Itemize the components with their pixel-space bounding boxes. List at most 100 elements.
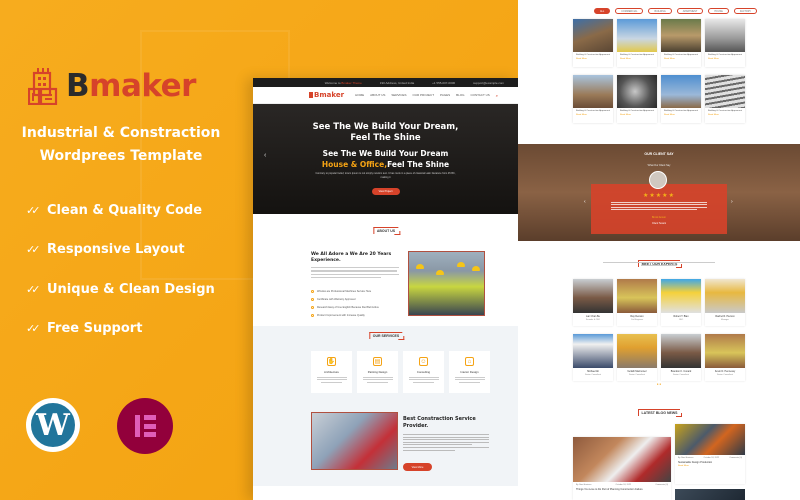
nav-menu: HOME ABOUT US SERVICES OUR PROJECT PAGES… xyxy=(355,93,490,97)
project-card[interactable]: Building & Construction Apparment Read Mo… xyxy=(661,19,701,67)
filter-commercial[interactable]: COMMERCIAL xyxy=(615,8,644,14)
double-check-icon: ✓✓ xyxy=(26,203,40,217)
read-more-link[interactable]: Read More xyxy=(675,464,745,468)
services-section: OUR SERVICES ✋ Architecture ▤ Painting Des… xyxy=(253,326,518,406)
about-section: ABOUT US We All Adore a We Are 20 Years E… xyxy=(253,214,518,326)
member-photo xyxy=(661,334,701,368)
project-photo xyxy=(705,19,745,52)
team-member-card[interactable]: Ray Denson Civil Engineer xyxy=(617,279,657,326)
view-project-button[interactable]: View Project xyxy=(371,188,400,195)
provider-paragraph xyxy=(403,434,489,451)
service-card[interactable]: ⌂ Interior Design xyxy=(449,351,490,393)
member-photo xyxy=(617,279,657,313)
client-avatar xyxy=(649,171,667,189)
team-member-card[interactable]: Kevin D. Hennessy Senior Consultant xyxy=(705,334,745,381)
brand-name: Bmaker xyxy=(66,68,196,104)
about-heading: We All Adore a We Are 20 Years Experience… xyxy=(311,252,392,263)
project-card[interactable]: Building & Construction Apparment Read Mo… xyxy=(573,19,613,67)
team-member-card[interactable]: Rachel R. Pierson Manager xyxy=(705,279,745,326)
nav-item-project[interactable]: OUR PROJECT xyxy=(413,93,435,97)
nav-logo[interactable]: Bmaker xyxy=(309,91,344,99)
project-card[interactable]: Building & Construction Apparment Read Mo… xyxy=(705,19,745,67)
tagline-line-2: Wordprees Template xyxy=(39,148,203,164)
blog-photo xyxy=(675,424,745,455)
section-tag: OUR SERVICES xyxy=(368,332,405,340)
section-tag: LATEST BLOG NEWS xyxy=(637,409,683,417)
hero-paragraph: Contrary to popular belief, lorem ipsum … xyxy=(315,172,456,179)
nav-item-pages[interactable]: PAGES xyxy=(440,93,450,97)
homepage-preview: Welcome to Bmaker Theme 190 Address, Uni… xyxy=(253,78,518,500)
service-card[interactable]: ☺ Consulting xyxy=(403,351,444,393)
nav-item-blog[interactable]: BLOG xyxy=(456,93,464,97)
section-tag: OUR CLIENT SAY xyxy=(644,152,674,156)
blog-title[interactable]: Things You Love to Do Part of Planning C… xyxy=(573,488,671,491)
provider-section: Best Constraction Service Provider. View … xyxy=(253,406,518,486)
experts-subtitle xyxy=(603,262,715,266)
project-photo xyxy=(573,19,613,52)
search-icon[interactable]: ⌕ xyxy=(496,93,498,98)
project-filters: ALL COMMERCIAL BUILDING APARTMENT HOUSE … xyxy=(594,8,758,14)
list-item: Product Improvement with Increase Qualit… xyxy=(311,314,379,317)
view-more-button[interactable]: View More xyxy=(403,463,432,471)
list-item: Research Easy of Use English Because Red… xyxy=(311,306,379,309)
brand-logo: Bmaker xyxy=(28,67,196,105)
team-member-card[interactable]: Brandon K. Conard Senior Consultant xyxy=(661,334,701,381)
blog-card[interactable]: By Jhon Harrison October 24, 2022 Comments… xyxy=(573,437,671,500)
team-member-card[interactable]: Verlath Marmonez Senior Consultant xyxy=(617,334,657,381)
member-photo xyxy=(573,279,613,313)
service-card[interactable]: ✋ Architecture xyxy=(311,351,352,393)
service-card[interactable]: ▤ Painting Design xyxy=(357,351,398,393)
about-list: Window are Professional Machines Service… xyxy=(311,290,379,317)
inner-page-preview: ALL COMMERCIAL BUILDING APARTMENT HOUSE … xyxy=(518,0,800,500)
filter-factory[interactable]: FACTORY xyxy=(733,8,758,14)
tagline-line-1: Industrial & Constraction xyxy=(21,125,221,141)
carousel-dots[interactable]: ● ● xyxy=(518,382,800,386)
project-card[interactable]: Building & Construction Apparment Read Mo… xyxy=(617,19,657,67)
project-grid: Building & Construction Apparment Read Mo… xyxy=(573,19,745,123)
about-paragraph xyxy=(311,267,399,279)
filter-house[interactable]: HOUSE xyxy=(708,8,729,14)
project-photo xyxy=(661,19,701,52)
filter-all[interactable]: ALL xyxy=(594,8,611,14)
building-icon xyxy=(28,68,58,105)
elementor-logo-icon xyxy=(117,398,173,454)
team-member-card[interactable]: Robert T. Blan CEO xyxy=(661,279,701,326)
circle-icon xyxy=(311,290,314,293)
feature-list: ✓✓ Clean & Quality Code ✓✓ Responsive Layo… xyxy=(26,200,215,358)
interior-icon: ⌂ xyxy=(465,357,474,366)
top-info-bar: Welcome to Bmaker Theme 190 Address, Uni… xyxy=(253,78,518,87)
member-photo xyxy=(661,279,701,313)
project-card[interactable]: Building & Construction Apparment Read Mo… xyxy=(661,75,701,123)
building-icon xyxy=(309,92,313,98)
circle-icon xyxy=(311,298,314,301)
chevron-right-icon[interactable]: › xyxy=(731,199,733,205)
blog-card[interactable]: By Jhon Harrison October 24, 2022 Comments… xyxy=(675,424,745,484)
promo-panel: Bmaker Industrial & Constraction Wordpre… xyxy=(0,0,250,500)
nav-item-contact[interactable]: CONTACT US xyxy=(471,93,490,97)
section-tag: ABOUT US xyxy=(372,227,401,235)
feature-item: ✓✓ Unique & Clean Design xyxy=(26,281,215,297)
nav-item-home[interactable]: HOME xyxy=(355,93,364,97)
chevron-left-icon[interactable]: ‹ xyxy=(584,199,586,205)
project-card[interactable]: Building & Construction Apparment Read Mo… xyxy=(617,75,657,123)
team-member-card[interactable]: Michael Alt Senior Consultant xyxy=(573,334,613,381)
nav-item-services[interactable]: SERVICES xyxy=(391,93,406,97)
workers-photo xyxy=(408,251,485,316)
address-text: 190 Address, United India xyxy=(379,80,415,85)
team-member-card[interactable]: Lan Chan Be Founder & CEO xyxy=(573,279,613,326)
feature-item: ✓✓ Free Support xyxy=(26,321,143,336)
wordpress-logo-icon: W xyxy=(26,398,80,452)
hand-icon: ✋ xyxy=(327,357,336,366)
circle-icon xyxy=(311,314,314,317)
circle-icon xyxy=(311,306,314,309)
filter-building[interactable]: BUILDING xyxy=(648,8,672,14)
tagline: Industrial & Constraction Wordprees Temp… xyxy=(0,122,242,168)
provider-heading: Best Constraction Service Provider. xyxy=(403,416,476,429)
double-check-icon: ✓✓ xyxy=(26,322,40,335)
nav-item-about[interactable]: ABOUT US xyxy=(370,93,385,97)
project-card[interactable]: Building & Construction Apparment Read Mo… xyxy=(573,75,613,123)
hero-title: See The We Build Your Dream, Feel The Shi… xyxy=(312,122,459,143)
filter-apartment[interactable]: APARTMENT xyxy=(676,8,704,14)
project-card[interactable]: Building & Construction Apparment Read Mo… xyxy=(705,75,745,123)
member-photo xyxy=(617,334,657,368)
